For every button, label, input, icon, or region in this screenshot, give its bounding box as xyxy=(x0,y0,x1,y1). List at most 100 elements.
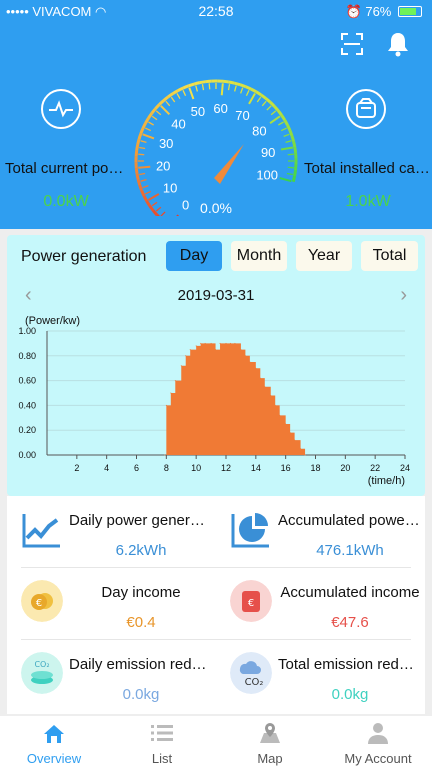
x-tick-label: 10 xyxy=(191,463,201,473)
gauge-tick xyxy=(220,83,224,96)
gauge-arc-segment xyxy=(255,90,262,97)
nav-label: My Account xyxy=(344,751,412,766)
stat-label: Accumulated income xyxy=(280,584,420,601)
co2-stack-icon: CO₂ xyxy=(21,652,63,694)
svg-text:CO₂: CO₂ xyxy=(34,660,49,669)
nav-overview[interactable]: Overview xyxy=(0,716,108,768)
gauge-label: 60 xyxy=(213,101,227,116)
chart-point xyxy=(195,345,197,347)
chart-point xyxy=(259,377,261,379)
gauge-arc-segment xyxy=(155,214,160,216)
gauge-label: 50 xyxy=(191,104,205,119)
y-tick-label: 0.60 xyxy=(18,376,36,386)
home-icon xyxy=(44,725,64,743)
gauge-arc-segment xyxy=(140,189,146,197)
gauge-tick xyxy=(287,166,294,169)
chart-point xyxy=(294,439,296,441)
pie-chart-icon xyxy=(231,513,269,548)
gauge-arc-segment xyxy=(142,195,149,202)
stat-value: 0.0kg xyxy=(122,686,160,703)
stat-accumulated-income: € Accumulated income €47.6 xyxy=(216,568,425,640)
gauge-arc-segment xyxy=(234,81,241,87)
gauge-arc-segment xyxy=(276,109,283,116)
gauge-arc-segment xyxy=(136,179,142,186)
bell-icon[interactable] xyxy=(386,31,410,57)
svg-text:€: € xyxy=(248,598,254,609)
chart-point xyxy=(200,342,202,344)
gauge-tick xyxy=(138,165,151,169)
nav-label: Map xyxy=(257,751,283,766)
stat-day-income: € Day income €0.4 xyxy=(7,568,216,640)
y-tick-label: 1.00 xyxy=(18,326,36,336)
gauge-arc-segment xyxy=(273,105,280,112)
pulse-icon xyxy=(41,89,81,129)
gauge-arc-segment xyxy=(158,99,165,106)
tab-total[interactable]: Total xyxy=(361,241,418,271)
chart-point xyxy=(164,454,166,456)
gauge-arc-segment xyxy=(280,114,286,121)
gauge-tick xyxy=(227,84,231,91)
gauge-arc-segment xyxy=(239,83,247,89)
gauge-arc-segment xyxy=(288,129,294,137)
gauge-tick xyxy=(160,105,171,116)
chart-point xyxy=(240,349,242,351)
chart-point xyxy=(215,349,217,351)
tab-day[interactable]: Day xyxy=(166,241,222,271)
chart-point xyxy=(234,342,236,344)
gauge-arc-segment xyxy=(177,86,184,92)
gauge-arc-segment xyxy=(260,93,267,100)
nav-list[interactable]: List xyxy=(108,716,216,768)
user-icon xyxy=(368,723,388,744)
chart-point xyxy=(300,448,302,450)
nav-map[interactable]: Map xyxy=(216,716,324,768)
gauge-label: 30 xyxy=(159,136,173,151)
gauge-arc-segment xyxy=(145,200,152,207)
stats-panel: Daily power generation 6.2kWh Accumulate… xyxy=(7,496,425,714)
gauge-tick xyxy=(256,96,262,103)
next-date-icon[interactable]: › xyxy=(400,284,407,307)
gauge-tick xyxy=(279,177,292,183)
power-generation-panel: Power generation Day Month Year Total ‹ … xyxy=(7,235,425,496)
gauge-tick xyxy=(201,84,205,91)
scan-icon[interactable] xyxy=(340,32,364,56)
chart-point xyxy=(165,404,167,406)
x-tick-label: 24 xyxy=(400,463,410,473)
overview-header: Total current power 0.0kW Total installe… xyxy=(0,24,432,229)
gauge-tick xyxy=(261,100,267,107)
gauge-arc-segment xyxy=(138,184,144,192)
map-icon xyxy=(260,723,280,743)
gauge-tick xyxy=(269,115,281,124)
coins-icon: € xyxy=(21,580,63,622)
nav-label: List xyxy=(151,751,173,766)
gauge-tick xyxy=(151,115,158,121)
tab-month[interactable]: Month xyxy=(231,241,287,271)
gauge-arc-segment xyxy=(292,141,297,148)
gauge-arc-segment xyxy=(182,84,190,90)
tab-year[interactable]: Year xyxy=(296,241,352,271)
chart-xlabel: (time/h) xyxy=(368,475,405,487)
gauge-arc-segment xyxy=(205,79,212,84)
gauge-tick xyxy=(155,206,162,212)
chart-point xyxy=(289,432,291,434)
x-tick-label: 18 xyxy=(310,463,320,473)
gauge-arc-segment xyxy=(222,79,229,84)
gauge-label: 80 xyxy=(252,124,266,139)
gauge-tick xyxy=(142,133,155,140)
nav-label: Overview xyxy=(26,751,82,766)
x-tick-label: 14 xyxy=(251,463,261,473)
battery-icon xyxy=(398,6,422,17)
gauge-tick xyxy=(176,214,179,216)
nav-my-account[interactable]: My Account xyxy=(324,716,432,768)
gauge-tick xyxy=(155,110,162,116)
gauge-arc-segment xyxy=(167,92,174,99)
power-gauge: 01020304050 60 708090100 xyxy=(134,79,298,216)
gauge-arc-segment xyxy=(135,173,140,180)
y-tick-label: 0.00 xyxy=(18,450,36,460)
gauge-arc-segment xyxy=(154,103,161,110)
chart-point xyxy=(210,342,212,344)
stat-total-emission: CO₂ Total emission reduction 0.0kg xyxy=(216,640,425,712)
gauge-label: 100 xyxy=(256,168,278,183)
gauge-arc-segment xyxy=(144,117,150,124)
chart-point xyxy=(229,342,231,344)
x-tick-label: 20 xyxy=(340,463,350,473)
